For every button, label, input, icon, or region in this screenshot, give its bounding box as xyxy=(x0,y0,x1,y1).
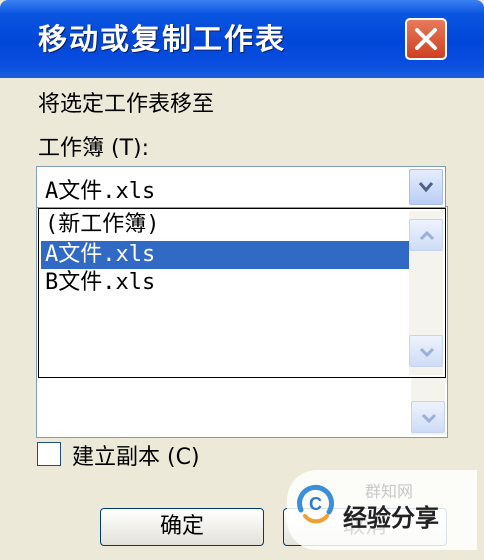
watermark-text: 经验分享 xyxy=(343,504,439,532)
dropdown-item-b-file[interactable]: B文件.xls xyxy=(41,269,409,297)
dropdown-scroll-up-button[interactable] xyxy=(409,219,443,251)
chevron-down-icon xyxy=(419,347,435,357)
copy-checkbox[interactable] xyxy=(37,442,61,466)
listbox-scroll-down-button[interactable] xyxy=(411,401,445,433)
workbook-combobox-value: A文件.xls xyxy=(45,179,156,204)
workbook-dropdown-button[interactable] xyxy=(409,169,443,205)
dropdown-scroll-down-button[interactable] xyxy=(409,335,443,367)
svg-text:C: C xyxy=(309,494,322,514)
chevron-down-icon xyxy=(418,182,434,193)
dropdown-item-a-file[interactable]: A文件.xls xyxy=(41,241,409,269)
move-copy-sheet-dialog: 移动或复制工作表 将选定工作表移至 工作簿 (T): A文件.xls (新工作簿… xyxy=(0,0,484,560)
workbook-dropdown-list[interactable]: (新工作簿) A文件.xls B文件.xls xyxy=(38,208,446,378)
dialog-title: 移动或复制工作表 xyxy=(38,22,287,56)
workbook-label: 工作簿 (T): xyxy=(38,136,150,161)
close-icon xyxy=(415,28,437,50)
ok-button[interactable]: 确定 xyxy=(100,508,264,546)
move-to-label: 将选定工作表移至 xyxy=(38,92,215,117)
watermark: C 群知网 经验分享 xyxy=(287,470,477,550)
watermark-logo-icon: C xyxy=(297,484,335,524)
dropdown-item-new-workbook[interactable]: (新工作簿) xyxy=(41,211,409,239)
copy-checkbox-label[interactable]: 建立副本 (C) xyxy=(72,439,200,471)
chevron-up-icon xyxy=(419,231,435,241)
workbook-combobox[interactable]: A文件.xls xyxy=(36,166,446,208)
dropdown-scrollbar[interactable] xyxy=(409,211,443,375)
close-button[interactable] xyxy=(405,18,447,60)
chevron-down-icon xyxy=(421,413,437,423)
title-bar[interactable]: 移动或复制工作表 xyxy=(0,0,484,78)
